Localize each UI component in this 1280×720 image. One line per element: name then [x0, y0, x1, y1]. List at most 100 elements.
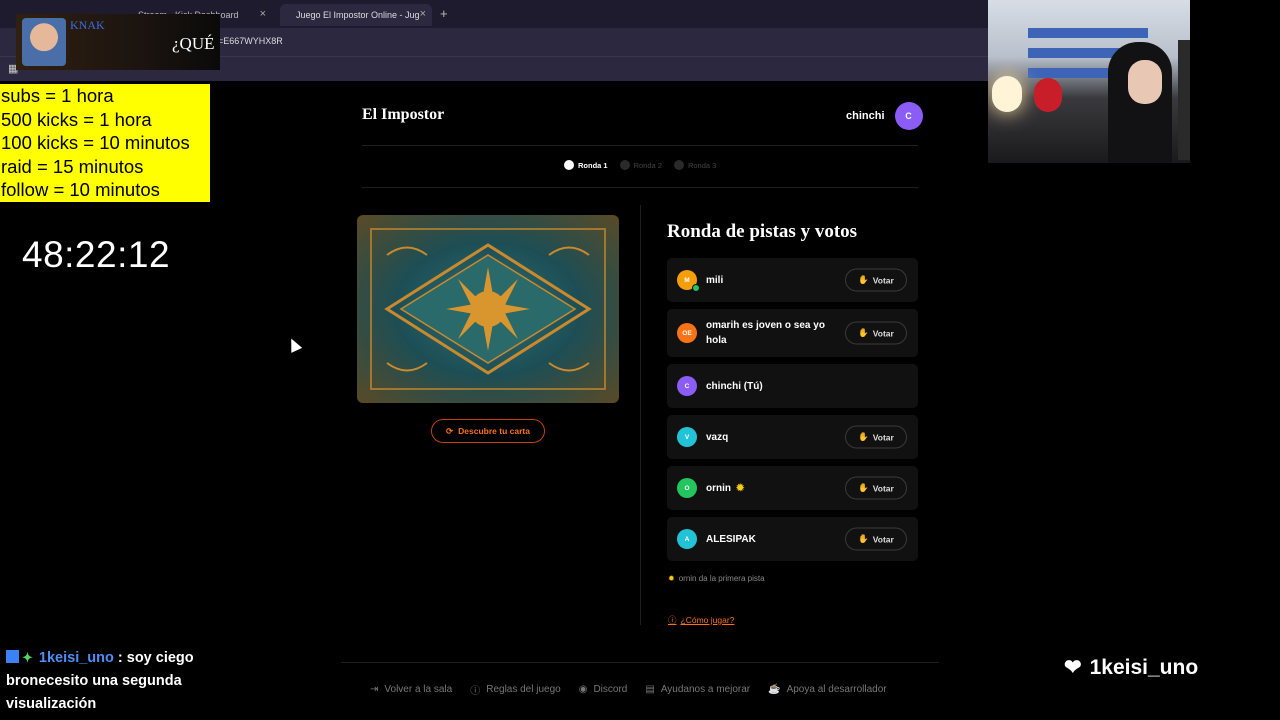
vote-button[interactable]: ✋ Votar: [845, 268, 907, 292]
round-label: Ronda 2: [633, 160, 662, 170]
subathon-rules: subs = 1 hora 500 kicks = 1 hora 100 kic…: [0, 84, 210, 202]
vote-label: Votar: [872, 275, 894, 285]
close-tab-icon[interactable]: ×: [260, 8, 266, 20]
webcam-feed: [988, 0, 1190, 163]
refresh-icon: ⟳: [446, 425, 454, 436]
user-avatar[interactable]: C: [894, 102, 923, 130]
follower-name: 1keisi_uno: [1089, 655, 1199, 679]
discover-card-button[interactable]: ⟳ Descubre tu carta: [431, 419, 545, 443]
vote-button[interactable]: ✋ Votar: [845, 527, 907, 551]
footer-back-to-room[interactable]: ⇥ Volver a la sala: [370, 682, 452, 697]
rule-line: 500 kicks = 1 hora: [1, 108, 152, 130]
vote-label: Votar: [872, 328, 894, 338]
rule-line: follow = 10 minutos: [1, 179, 160, 201]
feedback-icon: ▤: [645, 684, 655, 695]
column-divider: [640, 205, 641, 625]
player-row-chinchi: C chinchi (Tú): [667, 364, 918, 408]
player-avatar: O: [677, 478, 697, 498]
chair: [1178, 40, 1190, 160]
player-row-vazq: V vazq ✋ Votar: [667, 415, 918, 459]
footer-support[interactable]: ☕ Apoya al desarrollador: [768, 682, 887, 697]
alert-avatar: [22, 18, 66, 66]
sun-turn-icon: ✹: [736, 482, 745, 494]
player-name: ornin: [706, 482, 731, 494]
footer-label: Apoya al desarrollador: [786, 684, 887, 695]
footer-feedback[interactable]: ▤ Ayudanos a mejorar: [645, 682, 750, 697]
footer-label: Reglas del juego: [486, 684, 561, 695]
player-name: chinchi (Tú): [706, 380, 763, 392]
round-step-3: Ronda 3: [673, 160, 717, 170]
vote-label: Votar: [872, 483, 894, 493]
player-row-ornin: O ornin ✹ ✋ Votar: [667, 466, 918, 510]
player-row-omarih: OE omarih es joven o sea yo hola ✋ Votar: [667, 309, 918, 357]
info-icon: ⓘ: [470, 686, 481, 697]
vote-button[interactable]: ✋ Votar: [845, 476, 907, 500]
player-list: M mili ✋ Votar OE omarih es joven o sea y…: [667, 258, 918, 568]
round-label: Ronda 3: [687, 160, 717, 170]
new-tab-button[interactable]: +: [440, 6, 448, 21]
player-name: mili: [706, 274, 724, 286]
sun-icon: ✹: [668, 574, 675, 583]
info-icon: ⓘ: [668, 615, 677, 625]
how-to-play-link[interactable]: ⓘ ¿Cómo jugar?: [668, 614, 734, 626]
footer-divider: [341, 662, 939, 663]
hand-icon: ✋: [858, 533, 869, 544]
player-avatar: A: [677, 529, 697, 549]
tab-label: Juego El Impostor Online - Jug: [296, 10, 420, 20]
footer-discord[interactable]: ◉ Discord: [579, 682, 628, 697]
player-name: omarih es joven o sea yo hola: [706, 320, 825, 346]
footer-label: Ayudanos a mejorar: [660, 684, 751, 695]
card-sun-icon: [370, 228, 606, 390]
rule-line: raid = 15 minutos: [1, 155, 144, 177]
rounds-divider: [362, 187, 918, 188]
round-label: Ronda 1: [578, 160, 608, 170]
secret-card[interactable]: [357, 215, 619, 403]
tab-impostor-game[interactable]: Juego El Impostor Online - Jug ×: [280, 4, 432, 26]
exit-icon: ⇥: [370, 684, 379, 695]
star-badge-icon: ✦: [22, 650, 33, 665]
screen: Stream - Kick Dashboard × Juego El Impos…: [0, 0, 1280, 720]
panel-title: Ronda de pistas y votos: [667, 221, 858, 242]
hand-icon: ✋: [858, 431, 869, 442]
round-step-2: Ronda 2: [619, 160, 662, 170]
streamer-face: [1128, 60, 1162, 104]
round-dot: [564, 160, 574, 170]
url-text[interactable]: =E667WYHX8R: [218, 36, 283, 46]
round-step-1: Ronda 1: [564, 160, 608, 170]
close-tab-icon[interactable]: ×: [420, 8, 426, 20]
discord-icon: ◉: [578, 684, 588, 695]
vote-label: Votar: [872, 432, 894, 442]
discover-label: Descubre tu carta: [458, 426, 530, 436]
footer-nav: ⇥ Volver a la sala ⓘ Reglas del juego ◉ Dis…: [370, 682, 887, 697]
player-row-alesipak: A ALESIPAK ✋ Votar: [667, 517, 918, 561]
footer-label: Volver a la sala: [384, 684, 453, 695]
follow-alert: ❤ 1keisi_uno: [1064, 655, 1198, 680]
subathon-timer: 48:22:12: [22, 234, 171, 275]
hand-icon: ✋: [858, 482, 869, 493]
footer-label: Discord: [593, 684, 628, 695]
round-dot: [619, 160, 630, 170]
vote-button[interactable]: ✋ Votar: [845, 425, 907, 449]
chat-message: ✦ 1keisi_uno : soy ciego bronecesito una …: [6, 646, 226, 716]
lamp: [992, 76, 1022, 112]
game-logo[interactable]: El Impostor: [362, 106, 444, 124]
vote-button[interactable]: ✋ Votar: [845, 321, 907, 345]
coffee-icon: ☕: [768, 684, 781, 695]
player-name: vazq: [706, 431, 729, 443]
footer-rules[interactable]: ⓘ Reglas del juego: [470, 682, 561, 697]
rule-line: subs = 1 hora: [1, 85, 114, 106]
player-name: ALESIPAK: [706, 533, 756, 545]
user-menu[interactable]: chinchi C: [846, 102, 923, 130]
player-name-wrap: ornin ✹: [706, 481, 836, 496]
player-avatar: V: [677, 427, 697, 447]
stream-alert-overlay: KNAK ¿QUÉ: [16, 14, 220, 70]
user-name: chinchi: [846, 110, 885, 122]
vote-label: Votar: [872, 534, 894, 544]
subscriber-badge-icon: [6, 650, 19, 663]
flag-stripe: [1028, 28, 1148, 38]
how-to-play-label: ¿Cómo jugar?: [680, 615, 735, 625]
player-avatar: C: [677, 376, 697, 396]
alert-text: ¿QUÉ: [172, 34, 215, 53]
player-row-mili: M mili ✋ Votar: [667, 258, 918, 302]
header-divider: [362, 145, 918, 146]
